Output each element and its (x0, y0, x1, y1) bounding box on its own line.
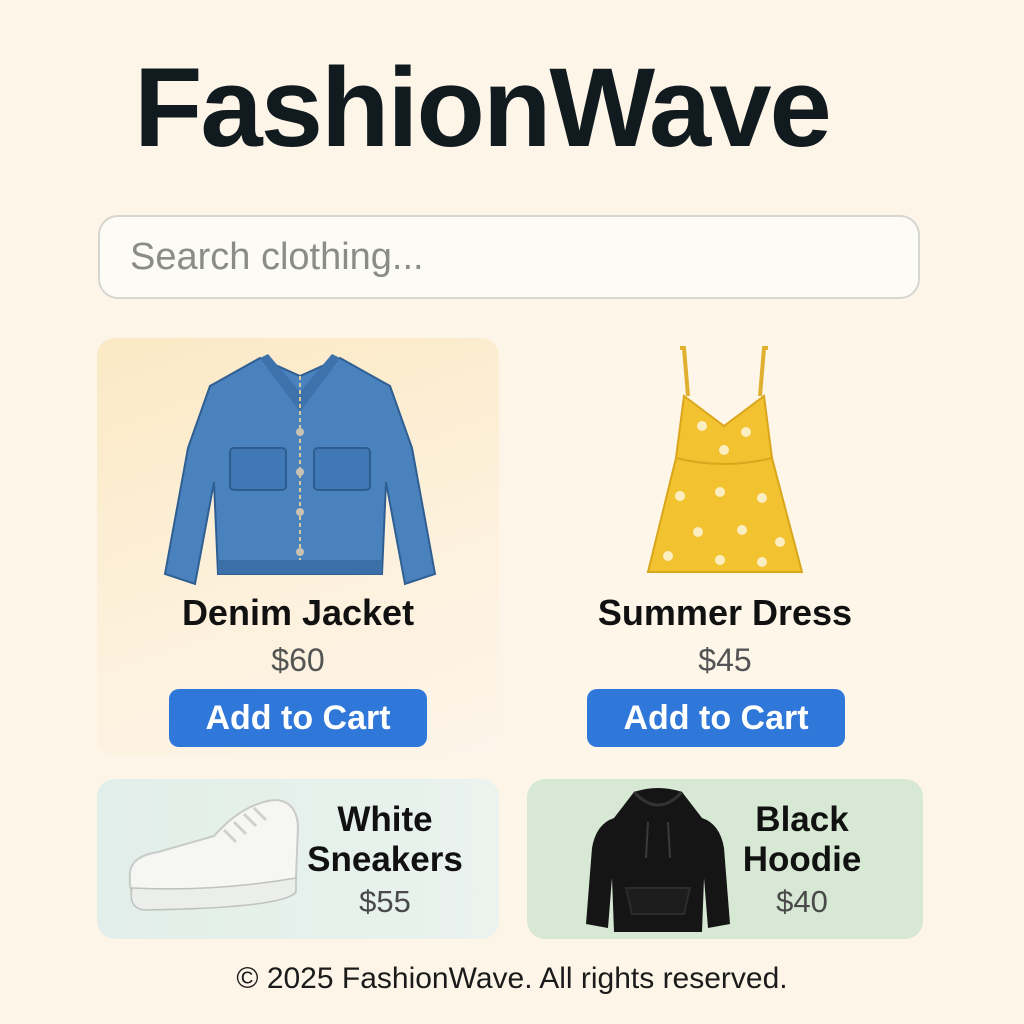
add-to-cart-button[interactable]: Add to Cart (587, 689, 845, 747)
product-name-line2: Hoodie (742, 840, 862, 879)
product-price: $45 (698, 642, 752, 678)
add-to-cart-button[interactable]: Add to Cart (169, 689, 427, 747)
product-price: $55 (359, 884, 411, 919)
product-price: $60 (271, 642, 325, 678)
product-info: White Sneakers $55 (300, 800, 470, 920)
brand-logo: FashionWave (134, 45, 832, 170)
product-name-line1: White (337, 800, 433, 839)
product-name-line2: Sneakers (307, 840, 463, 879)
summer-dress-image (646, 346, 804, 573)
product-name: Summer Dress (597, 592, 853, 633)
product-price: $40 (776, 884, 828, 919)
footer-copyright: © 2025 FashionWave. All rights reserved. (236, 962, 788, 995)
search-input[interactable] (98, 215, 920, 299)
white-sneaker-image (128, 798, 300, 911)
product-name-line1: Black (755, 800, 849, 839)
denim-jacket-image (163, 354, 437, 586)
product-info: Black Hoodie $40 (728, 800, 876, 920)
product-name: Denim Jacket (181, 592, 415, 633)
black-hoodie-image (586, 788, 730, 932)
